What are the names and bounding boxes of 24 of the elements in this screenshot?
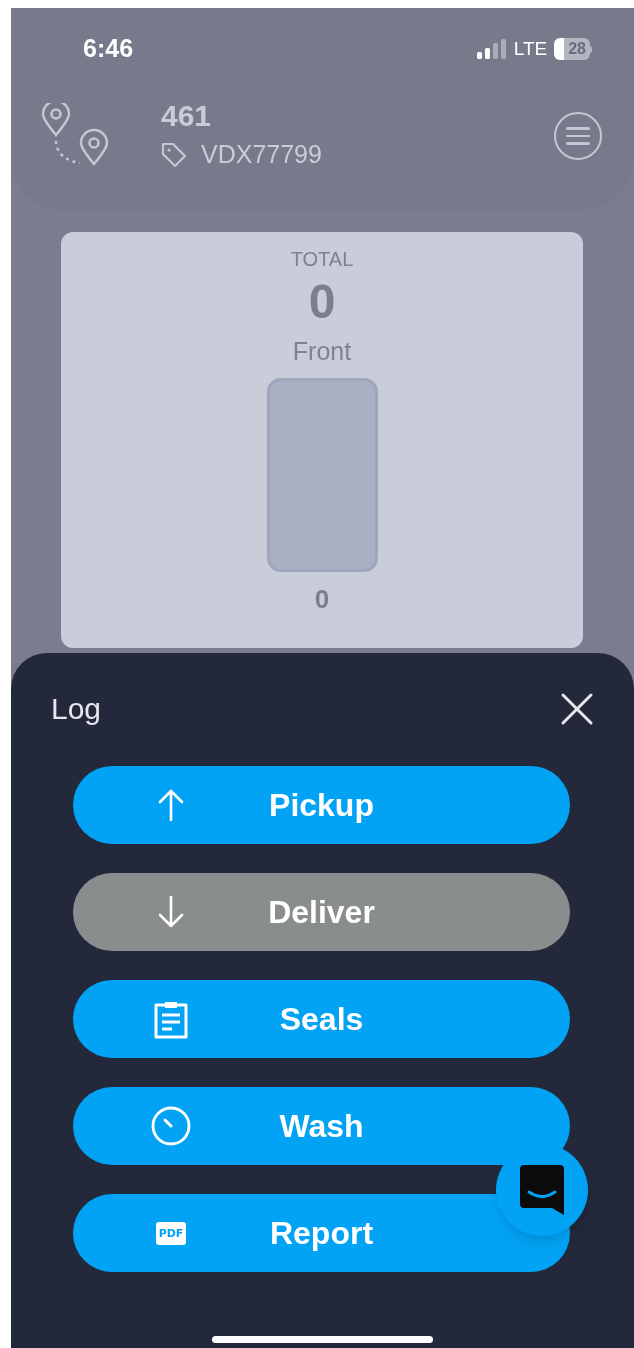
total-count: 0 xyxy=(308,274,336,330)
compartment-label: Front xyxy=(292,336,352,366)
pdf-icon: PDF xyxy=(155,1221,187,1245)
clipboard-icon xyxy=(152,999,190,1039)
clock-icon xyxy=(151,1106,191,1146)
chat-icon xyxy=(519,1164,565,1216)
sheet-title: Log xyxy=(51,691,102,727)
log-action-button[interactable]: Pickup xyxy=(73,766,570,844)
signal-icon xyxy=(476,39,507,59)
status-time: 6:46 xyxy=(83,33,134,65)
log-action-button[interactable]: Seals xyxy=(73,980,570,1058)
log-action-button[interactable]: PDF Report xyxy=(73,1194,570,1272)
close-icon[interactable] xyxy=(560,692,594,726)
arrow-up-icon xyxy=(156,788,186,822)
menu-button[interactable] xyxy=(554,111,602,160)
compartment-count: 0 xyxy=(314,584,330,614)
arrow-down-icon xyxy=(156,895,186,929)
network-label: LTE xyxy=(513,36,548,61)
log-action-button[interactable]: Wash xyxy=(73,1087,570,1165)
plate-number: VDX77799 xyxy=(201,139,322,170)
tag-icon xyxy=(161,141,187,168)
battery-icon: 28 xyxy=(554,38,592,60)
total-label: TOTAL xyxy=(290,248,354,270)
vehicle-number: 461 xyxy=(161,98,213,134)
